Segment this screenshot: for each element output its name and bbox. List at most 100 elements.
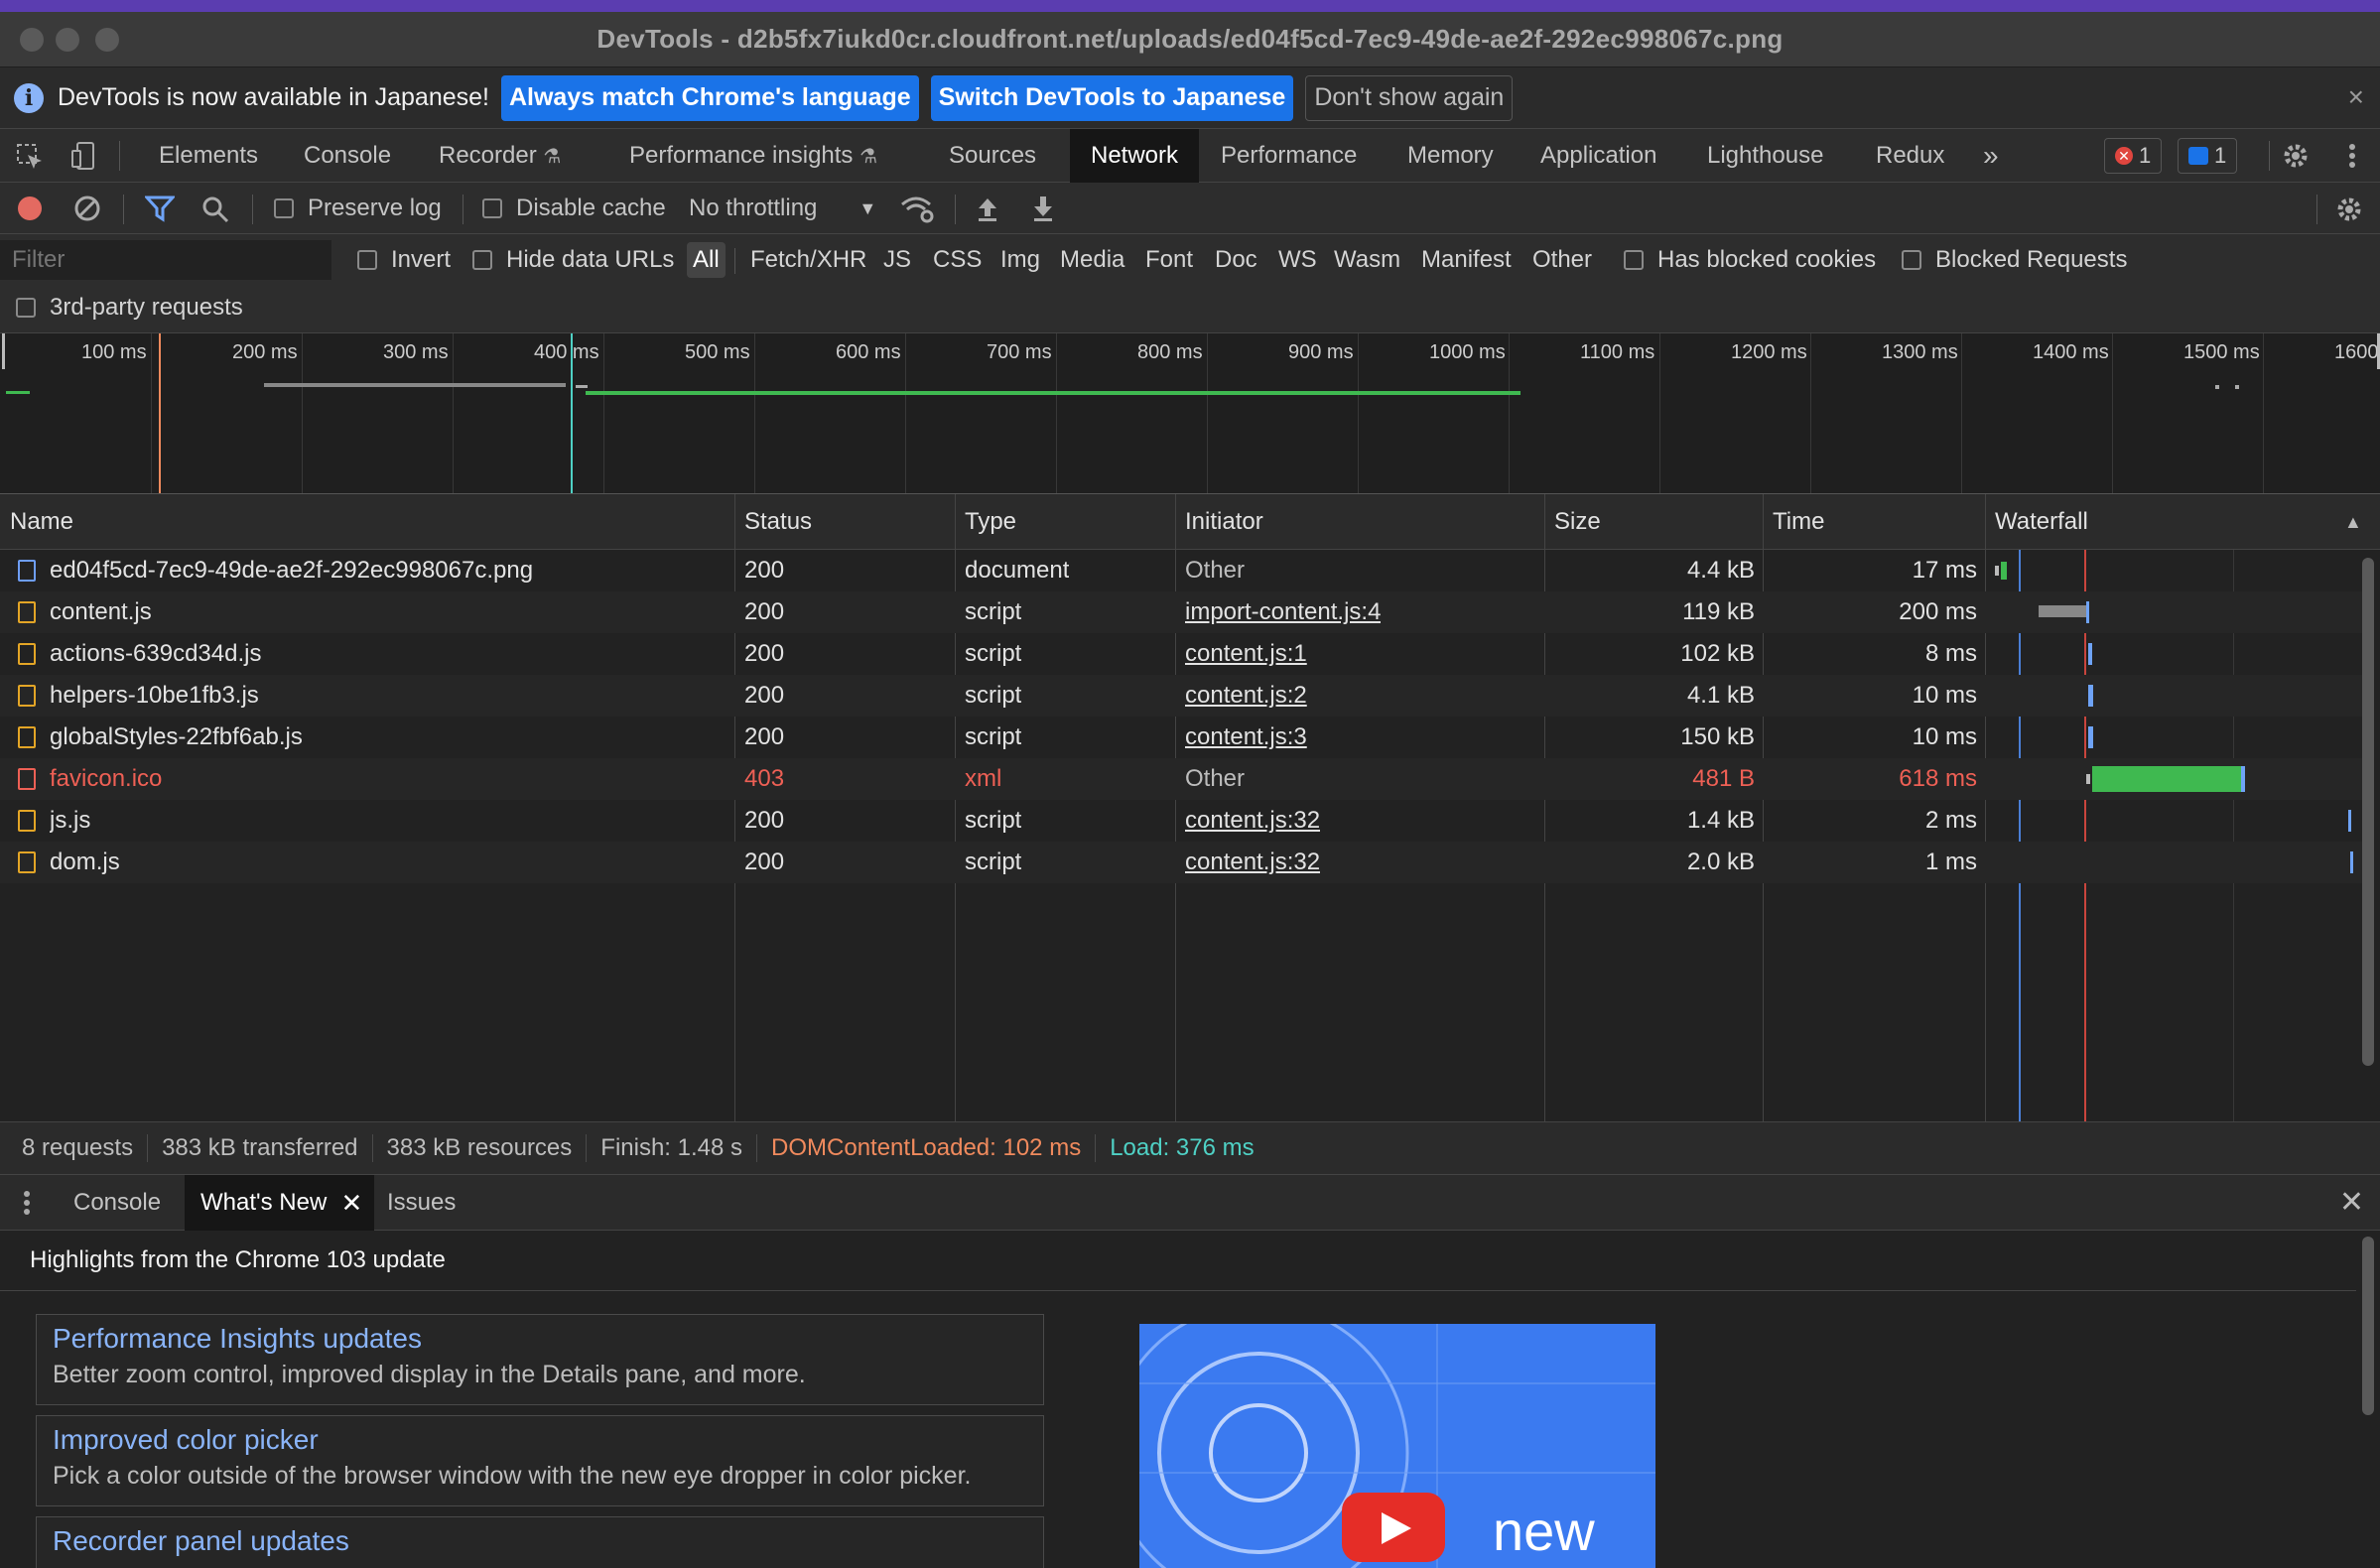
feature-card[interactable]: Improved color picker Pick a color outsi… [36,1415,1044,1506]
tab-sources[interactable]: Sources [935,129,1050,183]
drawer-scrollbar[interactable] [2362,1237,2374,1415]
type-filter-wasm[interactable]: Wasm [1328,242,1406,278]
tab-console[interactable]: Console [290,129,405,183]
blocked-cookies-checkbox[interactable]: Has blocked cookies [1624,240,1876,280]
drawer-menu-icon[interactable] [22,1189,32,1217]
table-row[interactable]: favicon.ico 403 xml Other 481 B 618 ms [0,758,2362,800]
close-drawer-icon[interactable]: ✕ [2339,1185,2364,1220]
whats-new-video-thumbnail[interactable]: new [1139,1324,1655,1568]
error-badge[interactable]: ✕ 1 [2104,138,2163,174]
feature-card-title[interactable]: Recorder panel updates [53,1525,1043,1557]
drawer-tab-console[interactable]: Console [58,1175,177,1231]
dont-show-again-button[interactable]: Don't show again [1305,74,1514,121]
type-filter-all[interactable]: All [687,242,726,278]
type-filter-manifest[interactable]: Manifest [1415,242,1518,278]
feature-card[interactable]: Recorder panel updates [36,1516,1044,1568]
checkbox-box[interactable] [482,198,502,218]
filter-icon[interactable] [145,195,175,222]
export-har-icon[interactable] [1030,195,1056,222]
device-toolbar-icon[interactable] [71,141,97,171]
feature-card-title[interactable]: Improved color picker [53,1424,1043,1456]
table-row[interactable]: helpers-10be1fb3.js 200 script content.j… [0,675,2362,717]
type-filter-css[interactable]: CSS [927,242,988,278]
type-filter-fetch-xhr[interactable]: Fetch/XHR [744,242,872,278]
table-scrollbar[interactable] [2362,558,2374,1066]
request-initiator-link[interactable]: import-content.js:4 [1185,591,1381,633]
settings-gear-icon[interactable] [2281,141,2311,171]
drawer-tab-issues[interactable]: Issues [371,1175,471,1231]
blocked-requests-checkbox[interactable]: Blocked Requests [1902,240,2127,280]
tab-elements[interactable]: Elements [145,129,272,183]
checkbox-box[interactable] [1902,250,1921,270]
clear-icon[interactable] [73,195,101,222]
table-row[interactable]: content.js 200 script import-content.js:… [0,591,2362,633]
checkbox-box[interactable] [357,250,377,270]
invert-checkbox[interactable]: Invert [357,240,451,280]
table-row[interactable]: globalStyles-22fbf6ab.js 200 script cont… [0,717,2362,758]
table-row[interactable]: actions-639cd34d.js 200 script content.j… [0,633,2362,675]
checkbox-box[interactable] [472,250,492,270]
request-initiator-link[interactable]: content.js:1 [1185,633,1307,675]
drawer-tab-whats-new[interactable]: What's New ✕ [185,1175,375,1231]
tab-redux[interactable]: Redux [1862,129,1958,183]
column-header-status[interactable]: Status [734,494,812,550]
type-filter-ws[interactable]: WS [1272,242,1323,278]
column-header-time[interactable]: Time [1763,494,1824,550]
tab-recorder[interactable]: Recorder ⚗ [425,129,575,183]
youtube-play-icon[interactable] [1342,1493,1445,1562]
search-icon[interactable] [200,195,230,224]
table-row[interactable]: ed04f5cd-7ec9-49de-ae2f-292ec998067c.png… [0,550,2362,591]
column-header-initiator[interactable]: Initiator [1175,494,1263,550]
tab-network[interactable]: Network [1070,129,1199,183]
column-header-size[interactable]: Size [1544,494,1601,550]
timeline-overview[interactable]: 100 ms 200 ms 300 ms 400 ms 500 ms 600 m… [0,333,2380,494]
tab-performance-insights[interactable]: Performance insights ⚗ [615,129,891,183]
more-tabs-chevron-icon[interactable]: » [1969,129,2013,183]
inspect-element-icon[interactable] [16,143,44,171]
preserve-log-checkbox[interactable]: Preserve log [274,183,442,234]
type-filter-media[interactable]: Media [1054,242,1130,278]
record-icon[interactable] [16,195,44,222]
checkbox-box[interactable] [274,198,294,218]
network-conditions-icon[interactable] [899,195,935,224]
request-initiator-link[interactable]: content.js:2 [1185,675,1307,717]
table-row[interactable]: js.js 200 script content.js:32 1.4 kB 2 … [0,800,2362,842]
more-options-icon[interactable] [2342,141,2362,171]
request-time: 200 ms [1899,598,1977,625]
message-badge[interactable]: 1 [2178,138,2238,174]
third-party-checkbox[interactable]: 3rd-party requests [16,288,243,327]
request-initiator-link[interactable]: content.js:3 [1185,717,1307,758]
disable-cache-checkbox[interactable]: Disable cache [482,183,666,234]
request-initiator-link[interactable]: content.js:32 [1185,800,1320,842]
table-row[interactable]: dom.js 200 script content.js:32 2.0 kB 1… [0,842,2362,883]
checkbox-box[interactable] [1624,250,1644,270]
match-language-button[interactable]: Always match Chrome's language [500,74,919,121]
type-filter-font[interactable]: Font [1139,242,1199,278]
import-har-icon[interactable] [975,195,1000,222]
feature-card[interactable]: Performance Insights updates Better zoom… [36,1314,1044,1405]
filter-input[interactable] [0,240,331,280]
window-titlebar: DevTools - d2b5fx7iukd0cr.cloudfront.net… [0,0,2380,67]
sort-ascending-icon[interactable]: ▲ [2344,512,2362,533]
tab-application[interactable]: Application [1526,129,1670,183]
hide-data-urls-checkbox[interactable]: Hide data URLs [472,240,674,280]
network-settings-gear-icon[interactable] [2334,195,2364,224]
feature-card-title[interactable]: Performance Insights updates [53,1323,1043,1355]
tab-lighthouse[interactable]: Lighthouse [1693,129,1837,183]
tab-memory[interactable]: Memory [1393,129,1508,183]
column-header-type[interactable]: Type [955,494,1016,550]
type-filter-doc[interactable]: Doc [1209,242,1263,278]
close-tab-icon[interactable]: ✕ [340,1175,362,1231]
column-header-name[interactable]: Name [0,494,73,550]
checkbox-box[interactable] [16,298,36,318]
type-filter-js[interactable]: JS [877,242,917,278]
overview-start-handle[interactable] [2,333,5,369]
tab-performance[interactable]: Performance [1207,129,1371,183]
type-filter-other[interactable]: Other [1526,242,1598,278]
column-header-waterfall[interactable]: Waterfall [1985,494,2088,550]
switch-japanese-button[interactable]: Switch DevTools to Japanese [930,74,1294,121]
request-initiator-link[interactable]: content.js:32 [1185,842,1320,883]
type-filter-img[interactable]: Img [994,242,1046,278]
throttling-select[interactable]: No throttling ▼ [689,183,876,234]
infobar-close-icon[interactable]: × [2348,81,2364,113]
